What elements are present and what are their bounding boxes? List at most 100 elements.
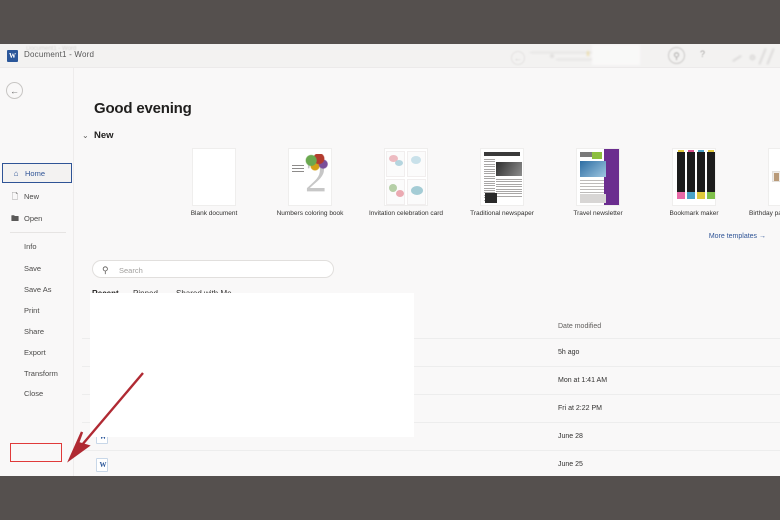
bookmark-strip <box>677 152 685 199</box>
backstage-left-pane: ← ⌂ Home 🗋 New 🖿 Open Info Save Save As <box>0 68 74 476</box>
sidebar-item-open-label: Open <box>24 214 43 223</box>
search-dot <box>550 54 554 58</box>
table-row[interactable]: June 25 <box>82 450 780 476</box>
more-templates-link[interactable]: More templates → <box>709 233 766 240</box>
template-card-traditional-newspaper[interactable]: Traditional newspaper <box>454 148 550 228</box>
sidebar-item-save-as-label: Save As <box>24 285 52 294</box>
invite-blob <box>396 190 404 197</box>
newspaper-photo <box>496 162 522 176</box>
sidebar-divider <box>10 232 66 233</box>
sidebar-item-export-label: Export <box>24 348 46 357</box>
template-label: Birthday party invitation po... <box>748 210 780 217</box>
thumbnail-text-lines <box>292 165 304 177</box>
word-app-icon: W <box>7 50 18 62</box>
newspaper-column <box>496 179 522 198</box>
sidebar-item-print-label: Print <box>24 306 40 315</box>
bookmark-cap <box>677 192 685 199</box>
title-back-icon[interactable]: ← <box>511 51 525 65</box>
newspaper-photo-2 <box>485 193 497 203</box>
page-title: Good evening <box>94 100 192 117</box>
template-thumbnail <box>768 148 780 206</box>
file-date: June 28 <box>558 433 583 440</box>
sidebar-item-transform[interactable]: Transform <box>2 365 72 382</box>
invite-quadrant-3 <box>386 179 405 205</box>
template-thumbnail <box>672 148 716 206</box>
sidebar-item-info-label: Info <box>24 242 37 251</box>
birthday-photo <box>774 173 779 181</box>
template-thumbnail <box>192 148 236 206</box>
sidebar-item-account-label: Account <box>24 472 51 476</box>
sidebar-item-print[interactable]: Print <box>2 302 72 319</box>
close-icon-stroke-1[interactable] <box>758 48 767 65</box>
template-label: Numbers coloring book <box>276 210 344 217</box>
sidebar-item-close-label: Close <box>24 389 44 398</box>
template-thumbnail: 2 <box>288 148 332 206</box>
template-label: Bookmark maker <box>669 210 719 217</box>
newsletter-text-lines <box>580 180 604 195</box>
template-label: Invitation celebration card <box>368 210 444 217</box>
new-document-icon: 🗋 <box>11 192 19 201</box>
invite-quadrant-4 <box>407 179 426 205</box>
template-gallery: Blank document 2 Numbers coloring book <box>92 148 780 228</box>
coloring-splashes-art <box>304 154 328 200</box>
title-search-bar[interactable] <box>530 45 640 65</box>
template-card-bookmark-maker[interactable]: Bookmark maker <box>646 148 742 228</box>
bookmark-cap <box>697 192 705 199</box>
template-card-blank-document[interactable]: Blank document <box>166 148 262 228</box>
search-field-blur[interactable] <box>592 45 640 65</box>
title-bar: W Document1 - Word Document1 - Word ← ⚲ … <box>0 44 780 68</box>
magnifier-icon[interactable]: ⚲ <box>668 47 685 64</box>
close-icon-stroke-2[interactable] <box>766 48 775 65</box>
template-thumbnail <box>576 148 620 206</box>
template-card-travel-newsletter[interactable]: Travel newsletter <box>550 148 646 228</box>
sidebar-item-home[interactable]: ⌂ Home <box>2 163 72 183</box>
column-header-date-modified[interactable]: Date modified <box>558 323 601 330</box>
sidebar-item-home-label: Home <box>25 169 46 178</box>
template-label: Blank document <box>190 210 238 217</box>
template-card-invitation-celebration-card[interactable]: Invitation celebration card <box>358 148 454 228</box>
sidebar-item-share[interactable]: Share <box>2 323 72 340</box>
back-button[interactable]: ← <box>6 82 23 99</box>
template-label: Travel newsletter <box>573 210 623 217</box>
help-icon[interactable]: ? <box>700 49 705 59</box>
redaction-overlay <box>90 293 414 437</box>
template-card-numbers-coloring-book[interactable]: 2 Numbers coloring book <box>262 148 358 228</box>
invite-quadrant-2 <box>407 151 426 177</box>
sidebar-item-account[interactable]: Account <box>2 472 72 476</box>
birthday-card-art <box>772 171 780 182</box>
sidebar-item-close[interactable]: Close <box>2 385 72 402</box>
search-tick <box>587 51 589 56</box>
sidebar-item-save[interactable]: Save <box>2 260 72 277</box>
invite-blob <box>411 186 423 195</box>
maximize-icon[interactable] <box>750 55 755 60</box>
newspaper-masthead <box>484 152 520 156</box>
invite-blob <box>411 156 421 164</box>
bookmark-strip <box>707 152 715 199</box>
sidebar-item-export[interactable]: Export <box>2 344 72 361</box>
sidebar-item-info[interactable]: Info <box>2 238 72 255</box>
sidebar-item-save-as[interactable]: Save As <box>2 281 72 298</box>
minimize-icon[interactable] <box>732 55 742 62</box>
invite-blob <box>395 160 403 166</box>
window-controls[interactable] <box>730 46 778 66</box>
sidebar-item-open[interactable]: 🖿 Open <box>2 210 72 227</box>
home-icon: ⌂ <box>13 169 19 178</box>
open-folder-icon: 🖿 <box>11 214 19 223</box>
sidebar-item-new[interactable]: 🗋 New <box>2 188 72 205</box>
newsletter-photo <box>580 161 606 177</box>
search-icon: ⚲ <box>102 265 109 275</box>
template-label: Traditional newspaper <box>470 210 534 217</box>
bookmark-strip <box>697 152 705 199</box>
new-section-label: New <box>94 130 114 141</box>
bookmark-cap <box>687 192 695 199</box>
search-box[interactable]: ⚲ <box>92 260 334 279</box>
file-date: 5h ago <box>558 349 580 356</box>
template-card-birthday-party-invitation[interactable]: Birthday party invitation po... <box>742 148 780 228</box>
newsletter-purple-band <box>604 149 619 205</box>
sidebar-item-new-label: New <box>24 192 40 201</box>
search-input[interactable] <box>119 261 325 279</box>
options-highlight-box <box>10 443 62 462</box>
document-title: Document1 - Word <box>24 50 95 59</box>
sidebar-item-share-label: Share <box>24 327 45 336</box>
chevron-down-icon[interactable]: ⌄ <box>82 131 89 140</box>
